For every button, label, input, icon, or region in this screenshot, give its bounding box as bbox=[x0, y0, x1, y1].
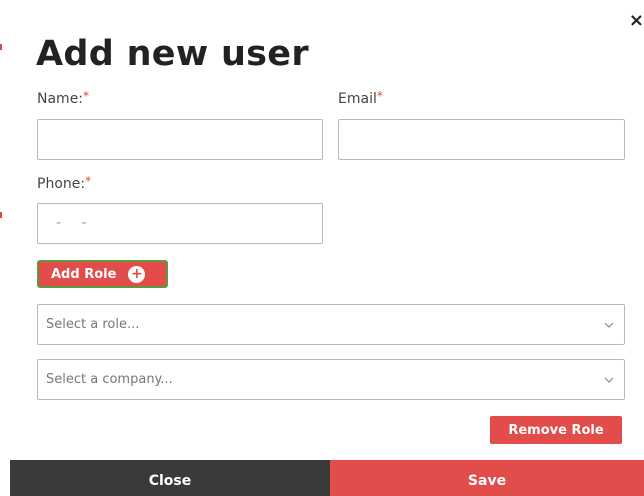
remove-role-button[interactable]: Remove Role bbox=[490, 416, 622, 444]
left-edge-marker bbox=[0, 44, 2, 50]
left-edge-marker bbox=[0, 212, 2, 218]
name-required-mark: * bbox=[83, 89, 90, 103]
email-label: Email* bbox=[338, 89, 383, 107]
plus-circle-icon: + bbox=[128, 265, 146, 283]
close-button[interactable]: Close bbox=[10, 460, 330, 496]
role-select-placeholder: Select a role... bbox=[46, 317, 140, 332]
phone-label: Phone:* bbox=[37, 174, 92, 192]
add-role-button[interactable]: Add Role + bbox=[37, 260, 168, 288]
phone-label-text: Phone: bbox=[37, 176, 86, 192]
chevron-down-icon bbox=[602, 373, 616, 387]
chevron-down-icon bbox=[602, 318, 616, 332]
modal-footer: Close Save bbox=[10, 460, 644, 496]
email-label-text: Email bbox=[338, 91, 377, 107]
modal-title: Add new user bbox=[36, 34, 309, 74]
email-required-mark: * bbox=[376, 89, 383, 103]
phone-required-mark: * bbox=[85, 174, 92, 188]
phone-input-mask: - - bbox=[56, 215, 95, 231]
phone-field[interactable]: - - bbox=[37, 203, 323, 244]
save-button[interactable]: Save bbox=[330, 460, 644, 496]
name-field[interactable] bbox=[37, 119, 323, 160]
company-select[interactable]: Select a company... bbox=[37, 359, 625, 400]
email-field[interactable] bbox=[338, 119, 625, 160]
name-label: Name:* bbox=[37, 89, 90, 107]
company-select-placeholder: Select a company... bbox=[46, 372, 173, 387]
name-label-text: Name: bbox=[37, 91, 84, 107]
add-role-label: Add Role bbox=[51, 266, 117, 282]
add-user-modal: × Add new user Name:* Email* Phone:* - -… bbox=[0, 0, 644, 496]
close-icon[interactable]: × bbox=[629, 12, 644, 30]
role-select[interactable]: Select a role... bbox=[37, 304, 625, 345]
